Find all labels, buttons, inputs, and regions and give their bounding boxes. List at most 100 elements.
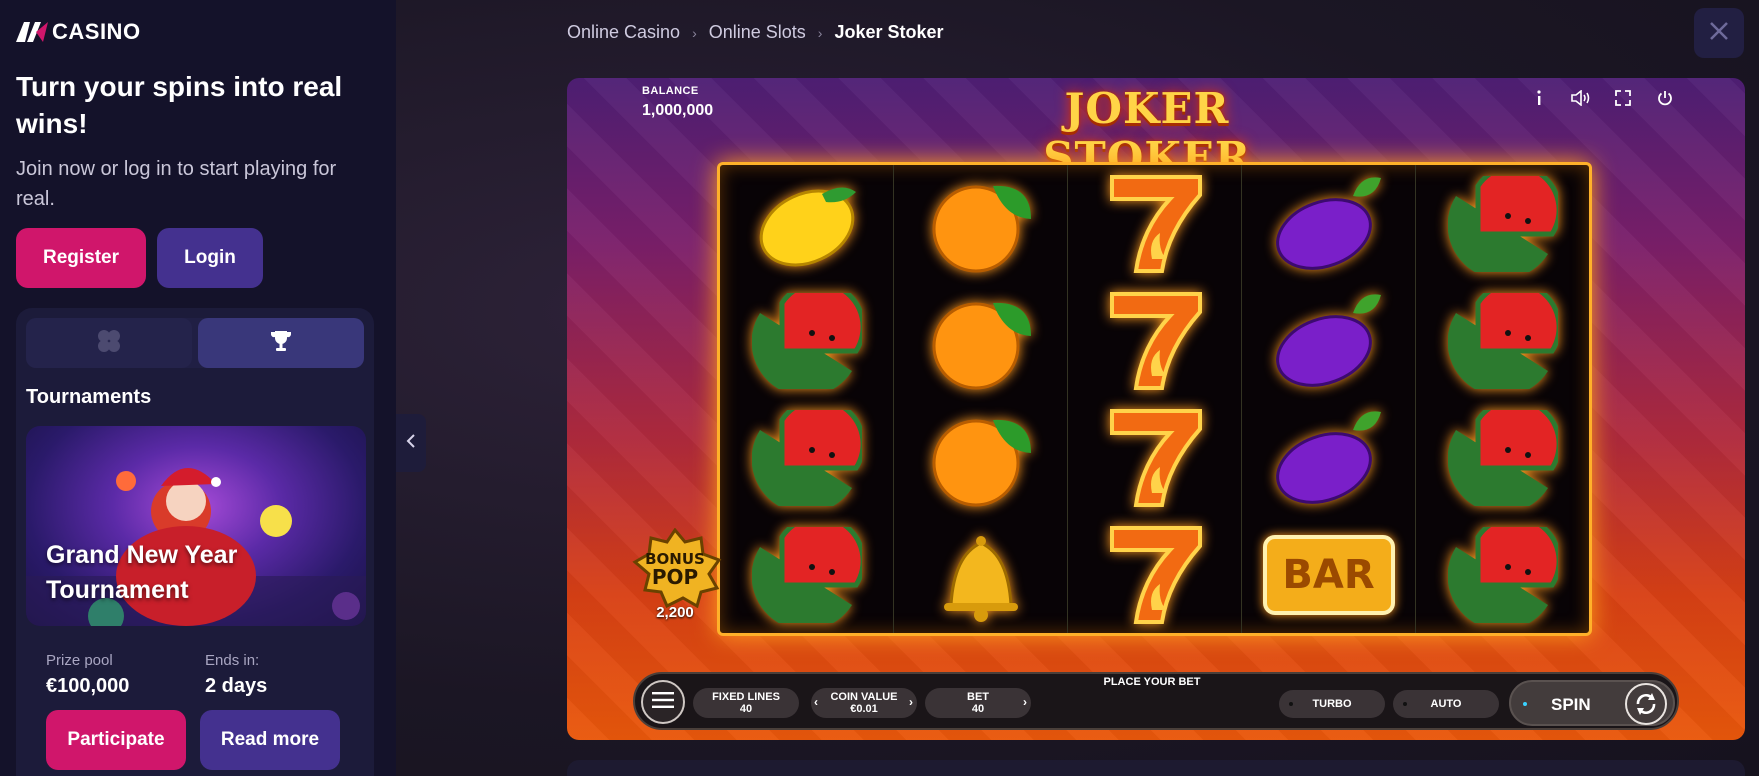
watermelon-symbol [1416, 516, 1589, 633]
bonus-pop-line2: POP [652, 565, 698, 589]
participate-button[interactable]: Participate [46, 710, 186, 770]
tournament-stats: Prize pool €100,000 Ends in: 2 days [26, 652, 364, 698]
reels-grid: BAR [717, 162, 1592, 636]
fixed-lines-control[interactable]: FIXED LINES 40 [693, 688, 799, 718]
seven-symbol [1068, 165, 1241, 282]
chevron-right-icon[interactable]: › [1023, 696, 1027, 708]
ends-in-value: 2 days [205, 675, 268, 697]
sidebar: CASINO Turn your spins into real wins! J… [0, 0, 396, 776]
game-toolbar [1527, 86, 1677, 110]
game-logo: JOKER STOKER [1043, 84, 1251, 182]
login-button[interactable]: Login [157, 228, 263, 288]
ends-in-label: Ends in: [205, 652, 260, 669]
turbo-label: TURBO [1312, 698, 1352, 710]
turbo-toggle[interactable]: TURBO [1279, 690, 1385, 718]
seven-symbol [1068, 516, 1241, 633]
breadcrumb: Online Casino › Online Slots › Joker Sto… [567, 22, 944, 43]
spin-button[interactable]: SPIN [1551, 695, 1591, 715]
info-icon[interactable] [1527, 86, 1551, 110]
sound-icon[interactable] [1569, 86, 1593, 110]
spin-indicator [1523, 702, 1527, 706]
coin-value-value: €0.01 [850, 703, 878, 715]
trophy-icon [268, 328, 294, 359]
spin-control: SPIN [1509, 680, 1675, 726]
reel-3 [1068, 165, 1242, 633]
site-logo[interactable]: CASINO [16, 18, 380, 46]
spin-icon[interactable] [1625, 683, 1667, 725]
watermelon-symbol [1416, 165, 1589, 282]
fullscreen-icon[interactable] [1611, 86, 1635, 110]
bet-value: 40 [971, 703, 985, 715]
fixed-lines-value: 40 [739, 703, 753, 715]
plum-symbol [1242, 282, 1415, 399]
reel-1 [720, 165, 894, 633]
logo-mark-icon [16, 22, 48, 42]
clover-icon [96, 328, 122, 359]
promo-title: Turn your spins into real wins! [16, 71, 343, 139]
turbo-indicator [1289, 702, 1293, 706]
watermelon-symbol [720, 282, 893, 399]
orange-symbol [894, 282, 1067, 399]
ends-in: Ends in: 2 days [205, 652, 364, 698]
watermelon-symbol [1416, 399, 1589, 516]
tournament-actions: Participate Read more [26, 710, 364, 770]
auto-label: AUTO [1430, 698, 1462, 710]
close-icon [1708, 20, 1730, 47]
plum-symbol [1242, 165, 1415, 282]
auth-buttons: Register Login [16, 228, 380, 288]
breadcrumb-online-casino[interactable]: Online Casino [567, 22, 680, 43]
breadcrumb-current: Joker Stoker [834, 22, 944, 42]
prize-pool: Prize pool €100,000 [46, 652, 205, 698]
tab-games[interactable] [26, 318, 192, 368]
auto-toggle[interactable]: AUTO [1393, 690, 1499, 718]
seven-symbol [1068, 282, 1241, 399]
bet-control[interactable]: BET 40 › [925, 688, 1031, 718]
game-menu-button[interactable] [641, 680, 685, 724]
register-button[interactable]: Register [16, 228, 146, 288]
tournament-title: Grand New Year Tournament [46, 541, 238, 604]
below-game-panel [567, 760, 1745, 776]
bell-symbol [894, 516, 1067, 633]
watermelon-symbol [720, 516, 893, 633]
reel-5 [1416, 165, 1589, 633]
tournaments-panel: Tournaments Grand New Year Tournament Pr… [16, 308, 374, 776]
bonus-pop-badge: BONUS POP 2,200 [627, 527, 723, 624]
slot-game[interactable]: BALANCE 1,000,000 JOKER STOKER BAR BONUS… [567, 78, 1745, 740]
auto-indicator [1403, 702, 1407, 706]
promo-subtitle: Join now or log in to start playing for … [16, 158, 337, 210]
chevron-right-icon[interactable]: › [909, 696, 913, 708]
tab-tournaments[interactable] [198, 318, 364, 368]
chevron-left-icon [406, 433, 416, 453]
watermelon-symbol [720, 399, 893, 516]
close-button[interactable] [1694, 8, 1744, 58]
prize-pool-label: Prize pool [46, 652, 113, 669]
orange-symbol [894, 165, 1067, 282]
breadcrumb-online-slots[interactable]: Online Slots [709, 22, 806, 43]
reel-2 [894, 165, 1068, 633]
reel-4: BAR [1242, 165, 1416, 633]
fixed-lines-label: FIXED LINES [712, 691, 780, 703]
orange-symbol [894, 399, 1067, 516]
read-more-button[interactable]: Read more [200, 710, 340, 770]
watermelon-symbol [1416, 282, 1589, 399]
chevron-right-icon: › [692, 24, 697, 41]
tournaments-heading: Tournaments [26, 386, 152, 408]
power-icon[interactable] [1653, 86, 1677, 110]
chevron-right-icon: › [817, 24, 823, 41]
bar-label: BAR [1282, 551, 1375, 598]
balance-value: 1,000,000 [642, 102, 714, 119]
coin-value-control[interactable]: ‹ COIN VALUE €0.01 › [811, 688, 917, 718]
place-bet-label: PLACE YOUR BET [1103, 676, 1201, 688]
balance-label: BALANCE [642, 85, 699, 97]
panel-tabs [26, 318, 364, 368]
plum-symbol [1242, 399, 1415, 516]
bonus-pop-value: 2,200 [656, 604, 694, 621]
tournament-banner[interactable]: Grand New Year Tournament [26, 426, 366, 626]
bar-symbol: BAR [1242, 516, 1415, 633]
chevron-left-icon[interactable]: ‹ [814, 696, 818, 708]
lemon-symbol [720, 165, 893, 282]
prize-pool-value: €100,000 [46, 675, 130, 697]
collapse-sidebar-button[interactable] [396, 414, 426, 472]
logo-text: CASINO [52, 19, 141, 44]
coin-value-label: COIN VALUE [830, 691, 898, 703]
